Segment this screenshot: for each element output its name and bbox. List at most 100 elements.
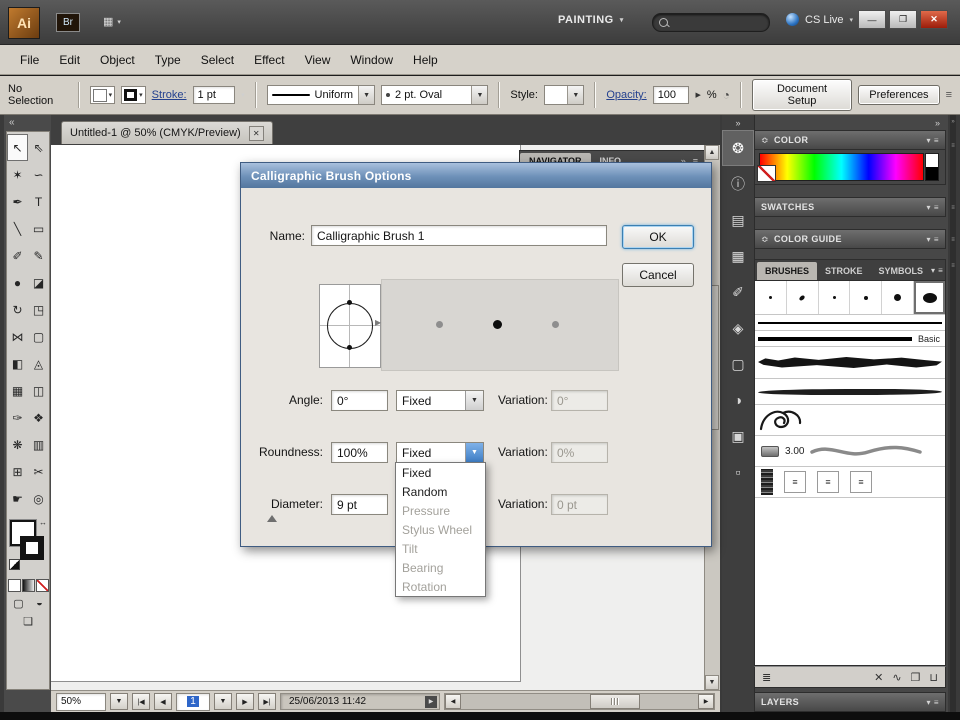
menu-item[interactable]: View bbox=[295, 49, 341, 71]
swap-fill-stroke-icon[interactable]: ↔ bbox=[39, 518, 47, 527]
panel-menu-icon[interactable]: ≡ bbox=[934, 203, 939, 212]
zoom-dropdown-icon[interactable]: ▼ bbox=[110, 693, 128, 710]
close-tab-icon[interactable]: ✕ bbox=[248, 125, 264, 141]
artboard-number-field[interactable]: 1 bbox=[176, 692, 210, 711]
angle-control-dropdown[interactable]: Fixed ▼ bbox=[396, 390, 484, 411]
calligraphic-brush-item[interactable] bbox=[819, 281, 851, 314]
dropdown-option[interactable]: Stylus Wheel bbox=[396, 520, 485, 539]
menu-item[interactable]: Help bbox=[403, 49, 448, 71]
color-guide-panel-header[interactable]: ≎ COLOR GUIDE ▾ ≡ bbox=[754, 229, 946, 249]
opacity-panel-link[interactable]: Opacity: bbox=[606, 89, 646, 101]
dock-stub-icon[interactable]: ≡ bbox=[950, 205, 956, 211]
hand-tool-icon[interactable]: ☛ bbox=[7, 485, 28, 512]
rotate-tool-icon[interactable]: ↻ bbox=[7, 296, 28, 323]
collapse-tools-dock-icon[interactable]: « bbox=[4, 115, 51, 130]
lasso-tool-icon[interactable]: ∽ bbox=[28, 161, 49, 188]
panel-menu-icon[interactable]: ≡ bbox=[934, 136, 939, 145]
ok-button[interactable]: OK bbox=[622, 225, 694, 249]
color-panel-icon[interactable]: ❂ bbox=[722, 130, 754, 166]
chevron-down-icon[interactable]: ▾ bbox=[927, 235, 931, 244]
expand-dock-icon[interactable]: » bbox=[950, 119, 956, 125]
none-button[interactable] bbox=[35, 578, 49, 592]
document-tab[interactable]: Untitled-1 @ 50% (CMYK/Preview) ✕ bbox=[61, 121, 273, 144]
color-panel-header[interactable]: ≎ COLOR ▾ ≡ bbox=[754, 130, 946, 150]
dock-stub-icon[interactable]: ≡ bbox=[950, 263, 956, 269]
scroll-left-icon[interactable]: ◀ bbox=[445, 694, 461, 709]
chevron-down-icon[interactable]: ▼ bbox=[465, 391, 483, 410]
panel-menu-icon[interactable]: ≡ bbox=[934, 235, 939, 244]
opacity-field[interactable]: 100 bbox=[652, 86, 690, 104]
free-transform-tool-icon[interactable]: ▢ bbox=[28, 323, 49, 350]
horizontal-scrollbar[interactable]: ◀ ▶ bbox=[444, 693, 715, 710]
stroke-weight-dropdown-icon[interactable]: ▾ bbox=[241, 91, 245, 99]
dock-stub-icon[interactable]: ≡ bbox=[950, 143, 956, 149]
perspective-grid-tool-icon[interactable]: ◬ bbox=[28, 350, 49, 377]
color-spectrum[interactable] bbox=[759, 153, 924, 181]
dropdown-option[interactable]: Bearing bbox=[396, 558, 485, 577]
menu-item[interactable]: Effect bbox=[244, 49, 294, 71]
draw-behind-icon[interactable]: ◒ bbox=[36, 597, 43, 609]
stroke-panel-link[interactable]: Stroke: bbox=[152, 89, 187, 101]
status-menu-icon[interactable]: ▶ bbox=[425, 695, 437, 708]
color-button[interactable] bbox=[7, 578, 21, 592]
calligraphic-brush-item[interactable] bbox=[882, 281, 915, 314]
graphic-styles-panel-icon[interactable]: ▣ bbox=[722, 418, 754, 454]
brush-item-pattern[interactable]: ≡ ≡ ≡ bbox=[755, 467, 945, 498]
screen-mode-icon[interactable]: ❏ bbox=[23, 615, 33, 628]
document-setup-button[interactable]: Document Setup bbox=[751, 79, 853, 111]
collapse-panels-icon[interactable]: » bbox=[754, 115, 946, 130]
paintbrush-tool-icon[interactable]: ✐ bbox=[7, 242, 28, 269]
chevron-down-icon[interactable]: ▼ bbox=[465, 443, 483, 462]
brush-item[interactable] bbox=[755, 315, 945, 331]
symbols-panel-icon[interactable]: ◈ bbox=[722, 310, 754, 346]
appearance-panel-icon[interactable]: ◑ bbox=[722, 382, 754, 418]
menu-item[interactable]: Type bbox=[145, 49, 191, 71]
brush-item-flourish[interactable] bbox=[755, 405, 945, 436]
panel-menu-icon[interactable]: ≡ bbox=[934, 698, 939, 707]
roundness-handle[interactable] bbox=[347, 300, 352, 305]
dropdown-option[interactable]: Pressure bbox=[396, 501, 485, 520]
cs-live-button[interactable]: CS Live ▾ bbox=[786, 13, 853, 26]
width-tool-icon[interactable]: ⋈ bbox=[7, 323, 28, 350]
rectangle-tool-icon[interactable]: ▭ bbox=[28, 215, 49, 242]
shape-builder-tool-icon[interactable]: ◧ bbox=[7, 350, 28, 377]
diameter-slider-marker[interactable] bbox=[267, 515, 277, 522]
chevron-down-icon[interactable]: ▾ bbox=[927, 203, 931, 212]
stroke-color-dropdown[interactable]: ▾ bbox=[121, 86, 146, 104]
slice-tool-icon[interactable]: ✂ bbox=[28, 458, 49, 485]
menu-item[interactable]: File bbox=[10, 49, 49, 71]
brush-definition-dropdown[interactable]: Uniform ▼ bbox=[266, 85, 376, 105]
scroll-down-icon[interactable]: ▼ bbox=[705, 675, 719, 690]
panel-menu-icon[interactable]: ≡ bbox=[946, 89, 952, 101]
preferences-button[interactable]: Preferences bbox=[858, 85, 940, 105]
workspace-switcher[interactable]: PAINTING ▾ bbox=[558, 14, 624, 26]
style-dropdown[interactable]: ▼ bbox=[543, 85, 585, 105]
brush-item-wave[interactable]: 3.00 bbox=[755, 436, 945, 467]
pen-tool-icon[interactable]: ✒ bbox=[7, 188, 28, 215]
close-button[interactable]: ✕ bbox=[920, 10, 948, 29]
artboards-panel-icon[interactable]: ▢ bbox=[722, 346, 754, 382]
brush-name-input[interactable]: Calligraphic Brush 1 bbox=[311, 225, 607, 246]
last-artboard-button[interactable]: ▶| bbox=[258, 693, 276, 710]
angle-input[interactable]: 0° bbox=[331, 390, 388, 411]
none-color-swatch[interactable] bbox=[757, 165, 776, 182]
eraser-tool-icon[interactable]: ◪ bbox=[28, 269, 49, 296]
search-input[interactable] bbox=[652, 13, 770, 32]
dropdown-option[interactable]: Rotation bbox=[396, 577, 485, 596]
gradient-button[interactable] bbox=[21, 578, 35, 592]
eyedropper-tool-icon[interactable]: ✑ bbox=[7, 404, 28, 431]
links-panel-icon[interactable]: ▫ bbox=[722, 454, 754, 490]
next-artboard-button[interactable]: ▶ bbox=[236, 693, 254, 710]
calligraphic-brush-item-selected[interactable] bbox=[914, 281, 945, 314]
brush-libraries-menu-icon[interactable]: ≣ bbox=[762, 671, 771, 684]
remove-brush-stroke-icon[interactable]: ✕ bbox=[874, 671, 883, 684]
color-guide-panel-icon[interactable]: ▤ bbox=[722, 202, 754, 238]
brush-item-basic[interactable]: Basic bbox=[755, 331, 945, 347]
artboard-dropdown-icon[interactable]: ▼ bbox=[214, 693, 232, 710]
swatches-panel-icon[interactable]: ▦ bbox=[722, 238, 754, 274]
menu-item[interactable]: Window bbox=[340, 49, 403, 71]
dropdown-option[interactable]: Tilt bbox=[396, 539, 485, 558]
mesh-tool-icon[interactable]: ▦ bbox=[7, 377, 28, 404]
scale-tool-icon[interactable]: ◳ bbox=[28, 296, 49, 323]
brush-item-ink[interactable] bbox=[755, 379, 945, 405]
